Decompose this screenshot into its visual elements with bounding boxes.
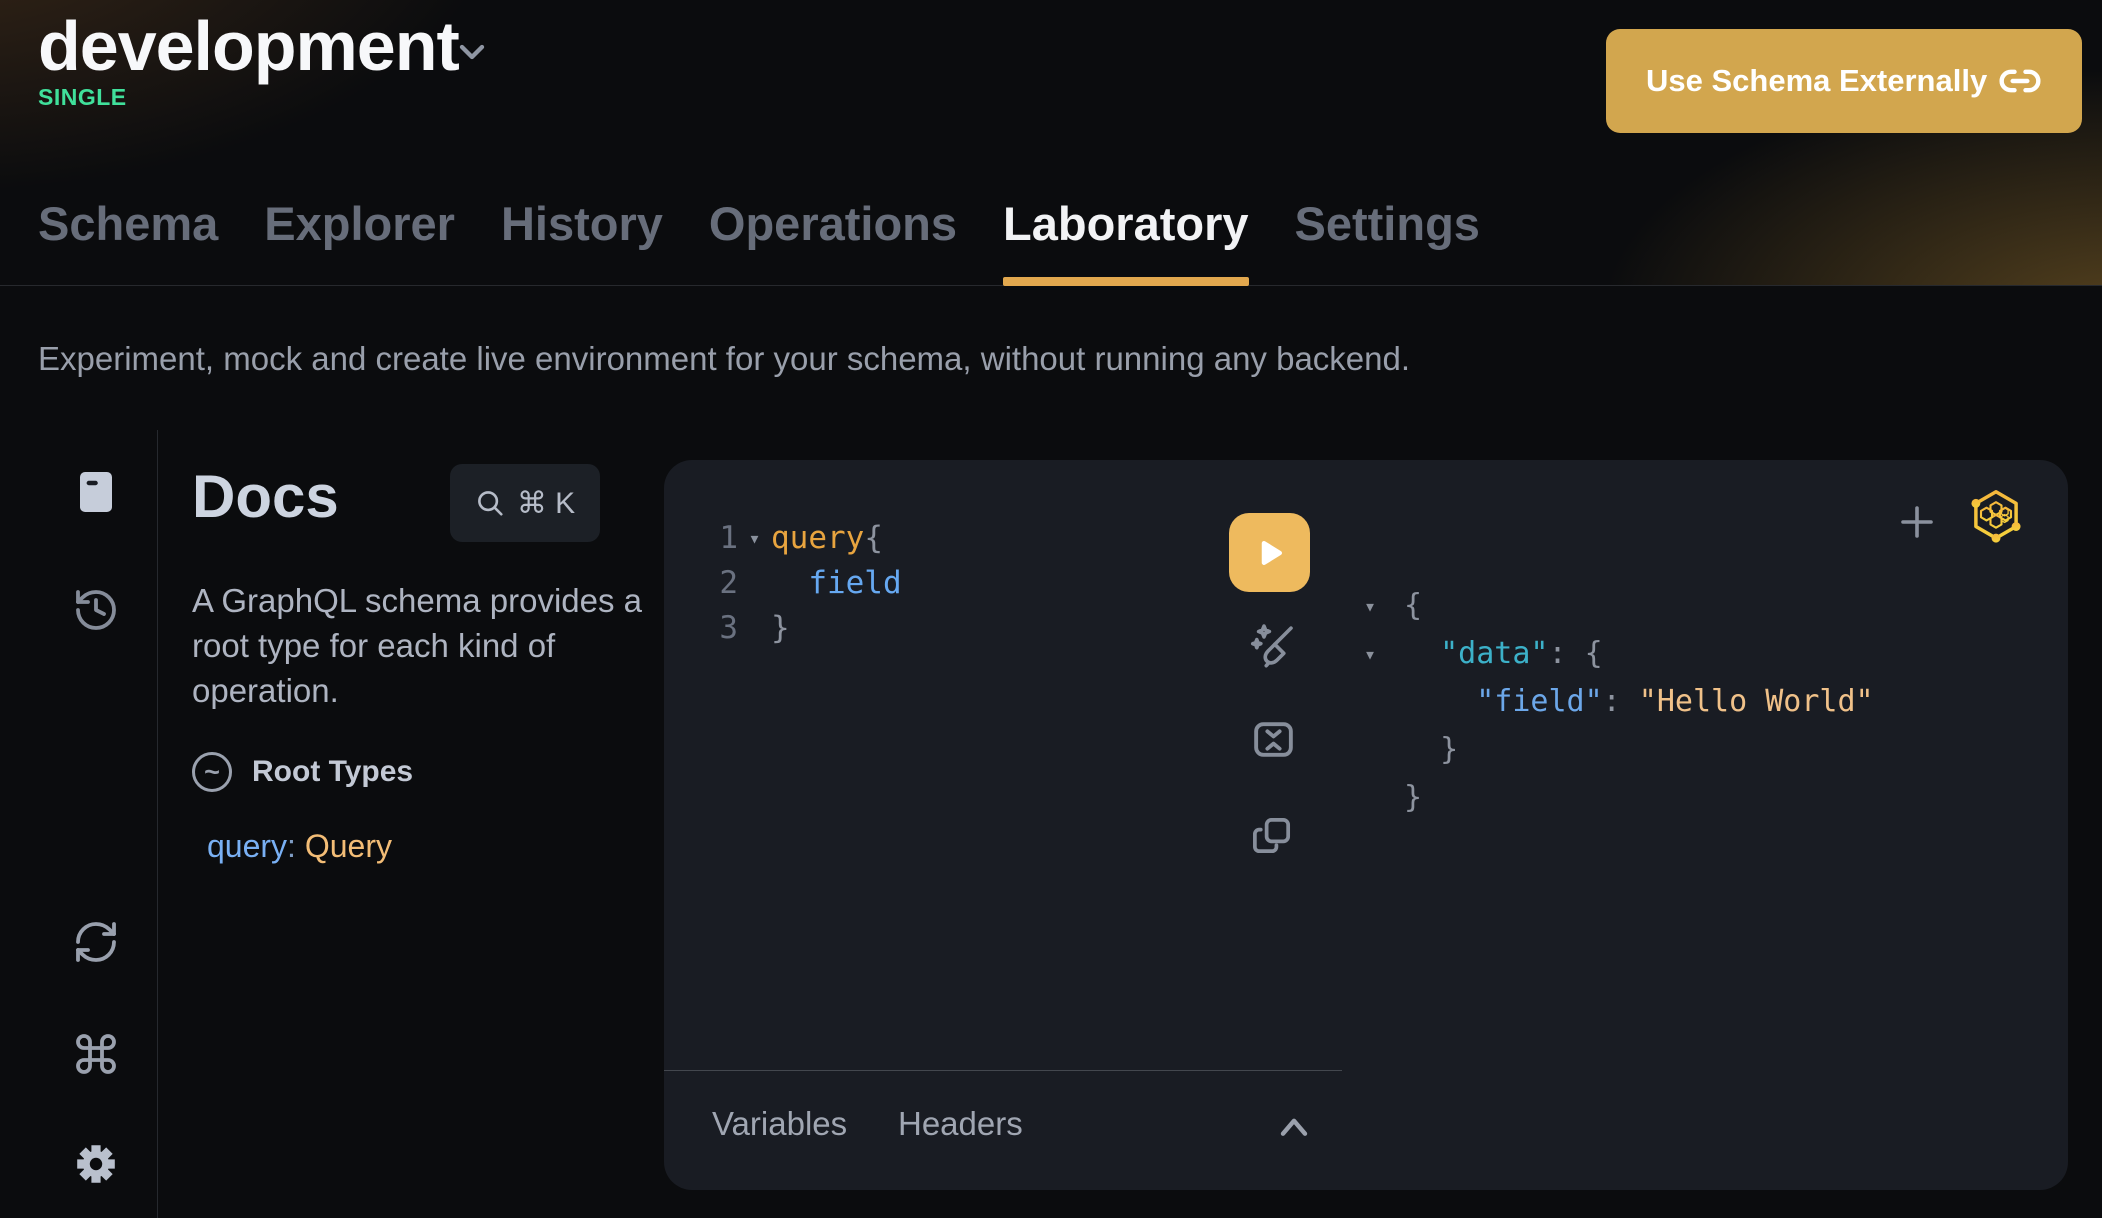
root-types-icon: ~ xyxy=(192,752,232,792)
merge-fragments-icon[interactable] xyxy=(1249,715,1298,764)
root-types-section: ~ Root Types xyxy=(192,752,413,792)
tab-variables[interactable]: Variables xyxy=(712,1105,847,1143)
target-selector-chevron-down-icon[interactable] xyxy=(452,32,492,72)
root-type-name[interactable]: query xyxy=(207,828,287,864)
response-line-4: } xyxy=(1364,726,1874,774)
docs-title: Docs xyxy=(192,462,339,531)
response-viewer: ▾ { ▾ "data": { "field": "Hello World" }… xyxy=(1364,582,1874,822)
docs-search-button[interactable]: ⌘ K xyxy=(450,464,600,542)
tab-operations[interactable]: Operations xyxy=(709,196,957,286)
editor-line-1: 1 ▾ query{ xyxy=(708,516,902,561)
root-type-link[interactable]: Query xyxy=(305,828,392,864)
nav-tabs: Schema Explorer History Operations Labor… xyxy=(38,196,1480,286)
env-badge: SINGLE xyxy=(38,84,127,111)
root-type-query-row: query: Query xyxy=(207,828,392,865)
graphiql-panel: 1 ▾ query{ 2 field 3 } xyxy=(664,460,2068,1190)
response-line-3: "field": "Hello World" xyxy=(1364,678,1874,726)
response-line-5: } xyxy=(1364,774,1874,822)
docs-intro-text: A GraphQL schema provides a root type fo… xyxy=(192,578,654,713)
editor-footer-divider xyxy=(664,1070,1342,1071)
tab-settings[interactable]: Settings xyxy=(1295,196,1480,286)
line-number: 3 xyxy=(708,606,738,651)
code-text: "field": "Hello World" xyxy=(1404,678,1874,726)
editor-line-3: 3 } xyxy=(708,606,902,651)
hive-logo-icon[interactable] xyxy=(1967,484,2025,544)
play-icon xyxy=(1252,535,1288,571)
tab-headers[interactable]: Headers xyxy=(898,1105,1023,1143)
tab-schema[interactable]: Schema xyxy=(38,196,218,286)
reload-schema-icon[interactable] xyxy=(72,918,120,966)
collapse-triangle-icon[interactable]: ▾ xyxy=(1364,630,1404,678)
prettify-query-icon[interactable] xyxy=(1246,618,1300,672)
code-text: } xyxy=(1404,774,1422,822)
target-title: development xyxy=(38,6,459,86)
code-text: "data": { xyxy=(1404,630,1603,678)
code-text: query{ xyxy=(771,516,883,561)
use-schema-externally-button[interactable]: Use Schema Externally xyxy=(1606,29,2082,133)
rail-divider xyxy=(157,430,158,1218)
link-icon xyxy=(1998,59,2042,103)
response-line-1: ▾ { xyxy=(1364,582,1874,630)
active-tab-underline xyxy=(1003,277,1249,286)
collapse-triangle-icon[interactable]: ▾ xyxy=(1364,582,1404,630)
add-tab-plus-icon[interactable] xyxy=(1893,498,1941,546)
settings-gear-icon[interactable] xyxy=(72,1140,120,1188)
line-number: 1 xyxy=(708,516,738,561)
response-line-2: ▾ "data": { xyxy=(1364,630,1874,678)
keyboard-shortcuts-icon[interactable] xyxy=(72,1030,120,1078)
line-number: 2 xyxy=(708,561,738,606)
code-text: } xyxy=(771,606,790,651)
collapse-footer-chevron-up-icon[interactable] xyxy=(1272,1108,1316,1144)
root-types-label: Root Types xyxy=(252,755,413,789)
laboratory-page: development SINGLE Use Schema Externally… xyxy=(0,0,2102,1218)
collapse-triangle-icon[interactable]: ▾ xyxy=(738,516,771,561)
editor-line-2: 2 field xyxy=(708,561,902,606)
search-icon xyxy=(475,488,505,518)
code-text: } xyxy=(1404,726,1458,774)
query-editor[interactable]: 1 ▾ query{ 2 field 3 } xyxy=(708,516,902,651)
root-type-colon: : xyxy=(287,828,305,864)
tab-laboratory[interactable]: Laboratory xyxy=(1003,196,1249,286)
code-text: field xyxy=(771,561,902,606)
page-header: development SINGLE Use Schema Externally… xyxy=(0,0,2102,286)
tab-explorer[interactable]: Explorer xyxy=(264,196,455,286)
docs-book-icon[interactable] xyxy=(72,468,120,516)
execute-query-button[interactable] xyxy=(1229,513,1310,592)
copy-query-icon[interactable] xyxy=(1249,812,1296,859)
page-subtitle: Experiment, mock and create live environ… xyxy=(38,340,1410,378)
tab-history[interactable]: History xyxy=(501,196,663,286)
history-icon[interactable] xyxy=(72,586,120,634)
docs-search-shortcut: ⌘ K xyxy=(517,486,575,521)
use-schema-externally-label: Use Schema Externally xyxy=(1646,63,1987,99)
